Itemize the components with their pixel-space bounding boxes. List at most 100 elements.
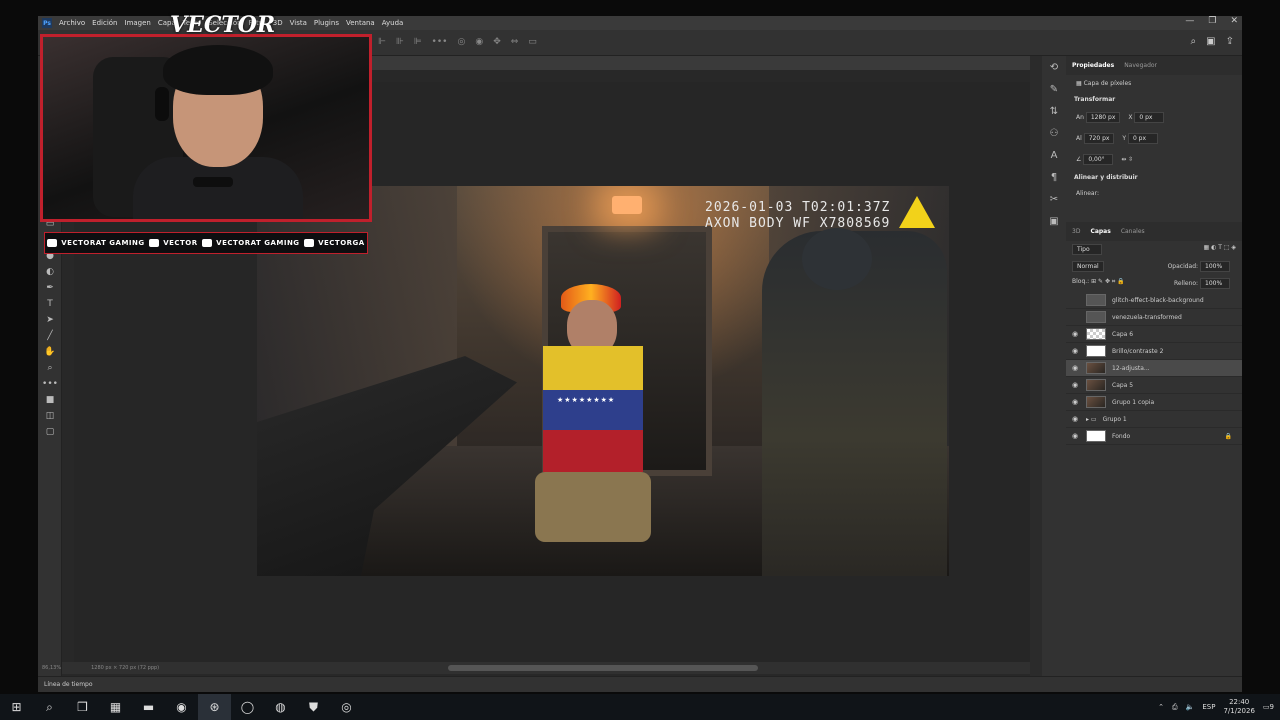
menu-item-vista[interactable]: Vista [290,19,307,27]
layer-row[interactable]: glitch-effect-black-background [1066,292,1242,309]
chevron-up-icon[interactable]: ⌃ [1158,703,1164,711]
layer-name[interactable]: Grupo 1 copia [1112,399,1154,406]
3d-mode-icon[interactable]: ◎ [457,37,465,47]
file-explorer-icon[interactable]: ▬ [132,694,165,720]
tab-navigator[interactable]: Navegador [1124,62,1157,69]
layer-row[interactable]: venezuela-transformed [1066,309,1242,326]
layer-name[interactable]: 12-adjusta... [1112,365,1150,372]
restore-icon[interactable]: ❐ [1208,16,1216,26]
paragraph-icon[interactable]: ¶ [1042,166,1066,188]
layer-name[interactable]: Capa 6 [1112,331,1133,338]
layer-name[interactable]: venezuela-transformed [1112,314,1182,321]
opacity-field[interactable]: 100% [1200,261,1230,272]
obs-icon[interactable]: ◎ [330,694,363,720]
libraries-icon[interactable]: ▣ [1042,210,1066,232]
layer-row[interactable]: ◉ Fondo 🔒 [1066,428,1242,445]
more-options-icon[interactable]: ••• [432,37,448,47]
height-field[interactable]: 720 px [1083,133,1115,144]
notifications-icon[interactable]: ▭9 [1263,703,1274,711]
tab-properties[interactable]: Propiedades [1072,62,1114,69]
width-field[interactable]: 1280 px [1085,112,1121,123]
menu-item-imagen[interactable]: Imagen [125,19,151,27]
scale-icon[interactable]: ▭ [528,37,537,47]
layer-row[interactable]: ◉ Grupo 1 copia [1066,394,1242,411]
layer-filter-select[interactable]: Tipo [1072,244,1102,255]
timeline-panel[interactable]: Línea de tiempo [38,676,1242,692]
angle-field[interactable]: 0,00° [1083,154,1114,165]
zoom-tool-icon[interactable]: ⌕ [38,360,62,376]
tab-channels[interactable]: Canales [1121,228,1145,235]
flip-horizontal-icon[interactable]: ⇹ [1121,156,1126,163]
minimize-icon[interactable]: — [1185,16,1194,26]
align-right-icon[interactable]: ⊫ [414,37,422,47]
eye-icon[interactable]: ◉ [1072,347,1080,355]
pen-tool-icon[interactable]: ✒ [38,280,62,296]
fill-field[interactable]: 100% [1200,278,1230,289]
layer-row[interactable]: ◉ Brillo/contraste 2 [1066,343,1242,360]
tools-settings-icon[interactable]: ✂ [1042,188,1066,210]
task-view-icon[interactable]: ❒ [66,694,99,720]
lock-icons[interactable]: ⊞ ✎ ✥ ⌗ 🔒 [1091,278,1125,285]
menu-item-ventana[interactable]: Ventana [346,19,375,27]
eye-icon[interactable]: ◉ [1072,398,1080,406]
menu-item-edicion[interactable]: Edición [92,19,117,27]
scrollbar-thumb[interactable] [448,665,758,671]
people-icon[interactable]: ⚇ [1042,122,1066,144]
share-icon[interactable]: ⇪ [1226,36,1234,47]
workspace-icon[interactable]: ▣ [1206,36,1215,47]
zoom-level[interactable]: 86,13% [42,665,61,671]
spotify-icon[interactable]: ◍ [264,694,297,720]
steam-icon[interactable]: ⊛ [198,694,231,720]
close-icon[interactable]: ✕ [1230,16,1238,26]
brave-icon[interactable]: ⛊ [297,694,330,720]
opera-icon[interactable]: ◯ [231,694,264,720]
start-windows-icon[interactable]: ⊞ [0,694,33,720]
eye-icon[interactable]: ◉ [1072,381,1080,389]
layer-name[interactable]: Grupo 1 [1103,416,1127,423]
y-field[interactable]: 0 px [1127,133,1158,144]
eye-icon[interactable]: ◉ [1072,432,1080,440]
tab-layers[interactable]: Capas [1090,228,1110,235]
layer-row-selected[interactable]: ◉ 12-adjusta... [1066,360,1242,377]
quick-mask-icon[interactable]: ◫ [38,408,62,424]
dodge-tool-icon[interactable]: ◐ [38,264,62,280]
blend-mode-select[interactable]: Normal [1072,261,1104,272]
menu-item-plugins[interactable]: Plugins [314,19,339,27]
screen-mode-icon[interactable]: ▢ [38,424,62,440]
color-swatch-icon[interactable]: ■ [38,392,62,408]
transform-section-title[interactable]: Transformar [1066,92,1242,107]
search-icon[interactable]: ⌕ [33,694,66,720]
pan-icon[interactable]: ✥ [493,37,501,47]
volume-icon[interactable]: 🔈 [1186,703,1195,711]
eye-icon[interactable]: ◉ [1072,330,1080,338]
layer-name[interactable]: Fondo [1112,433,1130,440]
slide-icon[interactable]: ⇔ [511,37,519,47]
tab-3d[interactable]: 3D [1072,228,1080,235]
line-tool-icon[interactable]: ╱ [38,328,62,344]
language-indicator[interactable]: ESP [1202,703,1215,711]
hand-tool-icon[interactable]: ✋ [38,344,62,360]
layer-name[interactable]: glitch-effect-black-background [1112,297,1204,304]
align-left-icon[interactable]: ⊩ [378,37,386,47]
align-center-icon[interactable]: ⊪ [396,37,404,47]
layer-row[interactable]: ◉ Capa 6 [1066,326,1242,343]
timeline-label[interactable]: Línea de tiempo [44,681,93,688]
eye-icon[interactable]: ◉ [1072,364,1080,372]
path-select-icon[interactable]: ➤ [38,312,62,328]
layer-row[interactable]: ◉ Capa 5 [1066,377,1242,394]
layer-name[interactable]: Brillo/contraste 2 [1112,348,1163,355]
layer-name[interactable]: Capa 5 [1112,382,1133,389]
adjustments-icon[interactable]: ⇅ [1042,100,1066,122]
menu-item-archivo[interactable]: Archivo [59,19,85,27]
more-tools-icon[interactable]: ••• [38,376,62,392]
menu-item-ayuda[interactable]: Ayuda [382,19,404,27]
orbit-icon[interactable]: ◉ [475,37,483,47]
network-icon[interactable]: ⎙ [1172,703,1178,712]
search-icon[interactable]: ⌕ [1191,36,1197,47]
discord-icon[interactable]: ◉ [165,694,198,720]
flip-vertical-icon[interactable]: ⇳ [1128,156,1133,163]
brush-settings-icon[interactable]: ✎ [1042,78,1066,100]
layer-row[interactable]: ◉ ▸ ▭ Grupo 1 [1066,411,1242,428]
filter-icons[interactable]: ▦ ◐ T ⬚ ◈ [1204,244,1236,255]
x-field[interactable]: 0 px [1134,112,1165,123]
